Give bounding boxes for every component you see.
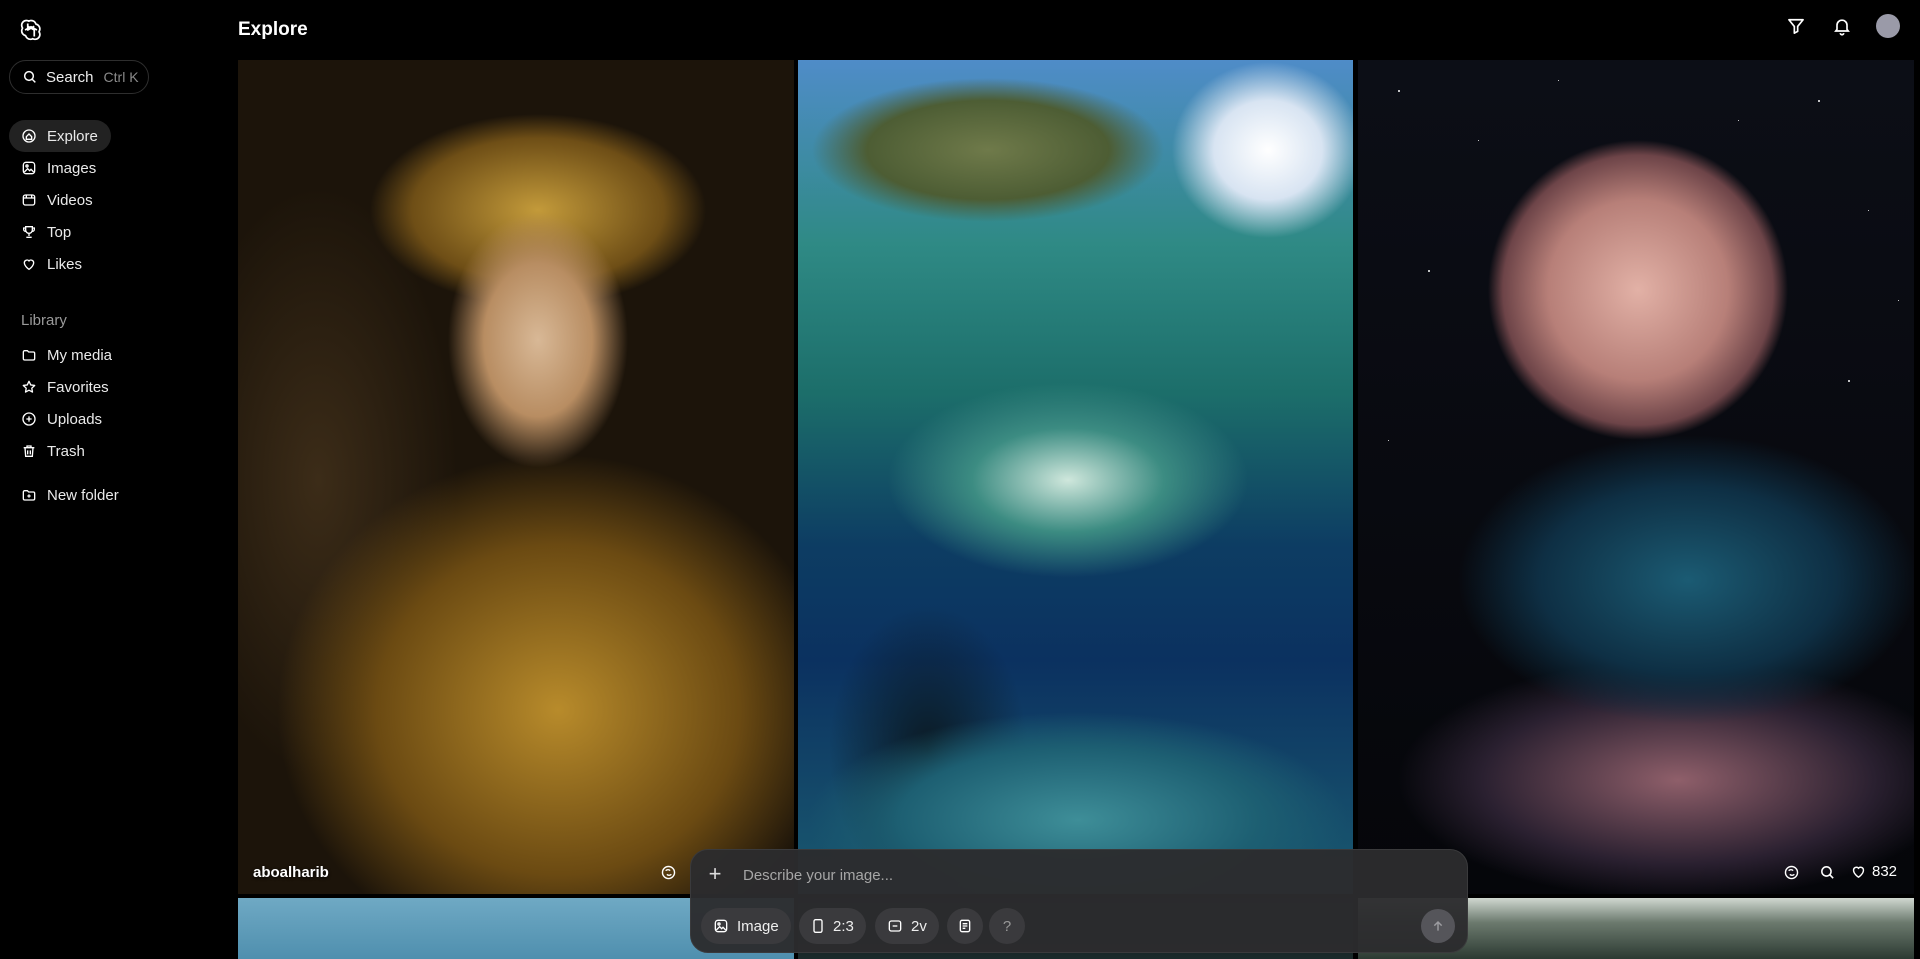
folder-plus-icon — [21, 487, 37, 503]
search-label: Search — [46, 68, 94, 86]
sidebar-item-label: Images — [47, 159, 97, 177]
star-decoration — [1428, 270, 1430, 272]
image-icon — [713, 918, 729, 934]
aspect-ratio-label: 2:3 — [833, 917, 854, 935]
sidebar-item-favorites[interactable]: Favorites — [9, 371, 122, 403]
video-icon — [21, 192, 37, 208]
sidebar-item-label: Favorites — [47, 378, 109, 396]
sidebar-item-label: Trash — [47, 442, 85, 460]
feed-tile-1[interactable] — [238, 60, 794, 894]
like-count: 832 — [1872, 863, 1898, 880]
sidebar-item-label: Top — [47, 223, 72, 241]
feed-tile-3[interactable] — [1358, 60, 1914, 894]
bell-icon[interactable] — [1830, 14, 1854, 38]
submit-button[interactable] — [1421, 909, 1455, 943]
heart-icon — [1850, 863, 1867, 880]
remix-icon[interactable] — [1781, 862, 1801, 882]
header-actions — [1784, 14, 1920, 38]
mode-label: Image — [737, 917, 779, 935]
sidebar: Search Ctrl K Explore Images Videos Top … — [0, 0, 237, 959]
openai-logo-icon[interactable] — [18, 17, 44, 43]
sidebar-item-label: Videos — [47, 191, 93, 209]
like-button[interactable]: 832 — [1850, 863, 1897, 880]
variations-label: 2v — [911, 917, 927, 935]
portrait-ratio-icon — [811, 918, 825, 934]
sidebar-item-label: New folder — [47, 486, 119, 504]
star-decoration — [1388, 440, 1389, 441]
sidebar-item-videos[interactable]: Videos — [9, 184, 106, 216]
library-heading: Library — [21, 312, 67, 329]
document-icon — [957, 918, 973, 934]
remix-icon[interactable] — [658, 862, 678, 882]
sidebar-item-label: Explore — [47, 127, 98, 145]
star-icon — [21, 379, 37, 395]
app-root: Search Ctrl K Explore Images Videos Top … — [0, 0, 1920, 959]
mode-select-button[interactable]: Image — [701, 908, 791, 944]
heart-icon — [21, 256, 37, 272]
upload-plus-icon — [21, 411, 37, 427]
search-icon — [22, 69, 38, 85]
star-decoration — [1868, 210, 1869, 211]
trophy-icon — [21, 224, 37, 240]
folder-icon — [21, 347, 37, 363]
tile-username[interactable]: aboalharib — [253, 864, 329, 881]
star-decoration — [1558, 80, 1559, 81]
attach-plus-icon[interactable]: + — [705, 863, 725, 885]
image-icon — [21, 160, 37, 176]
presets-button[interactable] — [947, 908, 983, 944]
filter-icon[interactable] — [1784, 14, 1808, 38]
feed-tile-2[interactable] — [798, 60, 1353, 894]
star-decoration — [1398, 90, 1400, 92]
aspect-ratio-button[interactable]: 2:3 — [799, 908, 866, 944]
sidebar-item-new-folder[interactable]: New folder — [9, 479, 132, 511]
search-shortcut: Ctrl K — [103, 69, 139, 85]
sidebar-item-my-media[interactable]: My media — [9, 339, 125, 371]
help-button[interactable]: ? — [989, 908, 1025, 944]
star-decoration — [1818, 100, 1820, 102]
sidebar-item-top[interactable]: Top — [9, 216, 84, 248]
page-title: Explore — [238, 19, 308, 40]
sidebar-item-uploads[interactable]: Uploads — [9, 403, 115, 435]
variations-icon — [887, 918, 903, 934]
sidebar-item-label: Uploads — [47, 410, 103, 428]
sidebar-item-label: My media — [47, 346, 113, 364]
help-label: ? — [1002, 917, 1012, 935]
prompt-composer: + Image 2:3 2v ? — [690, 849, 1468, 953]
sidebar-item-images[interactable]: Images — [9, 152, 109, 184]
trash-icon — [21, 443, 37, 459]
arrow-up-icon — [1430, 918, 1446, 934]
sidebar-item-likes[interactable]: Likes — [9, 248, 95, 280]
star-decoration — [1738, 120, 1739, 121]
home-icon — [21, 128, 37, 144]
sidebar-item-explore[interactable]: Explore — [9, 120, 111, 152]
search-similar-icon[interactable] — [1817, 862, 1837, 882]
sidebar-item-label: Likes — [47, 255, 83, 273]
sidebar-item-trash[interactable]: Trash — [9, 435, 98, 467]
prompt-input[interactable] — [743, 863, 1363, 887]
avatar[interactable] — [1876, 14, 1900, 38]
star-decoration — [1848, 380, 1850, 382]
star-decoration — [1478, 140, 1479, 141]
search-button[interactable]: Search Ctrl K — [9, 60, 149, 94]
variations-button[interactable]: 2v — [875, 908, 939, 944]
star-decoration — [1898, 300, 1899, 301]
